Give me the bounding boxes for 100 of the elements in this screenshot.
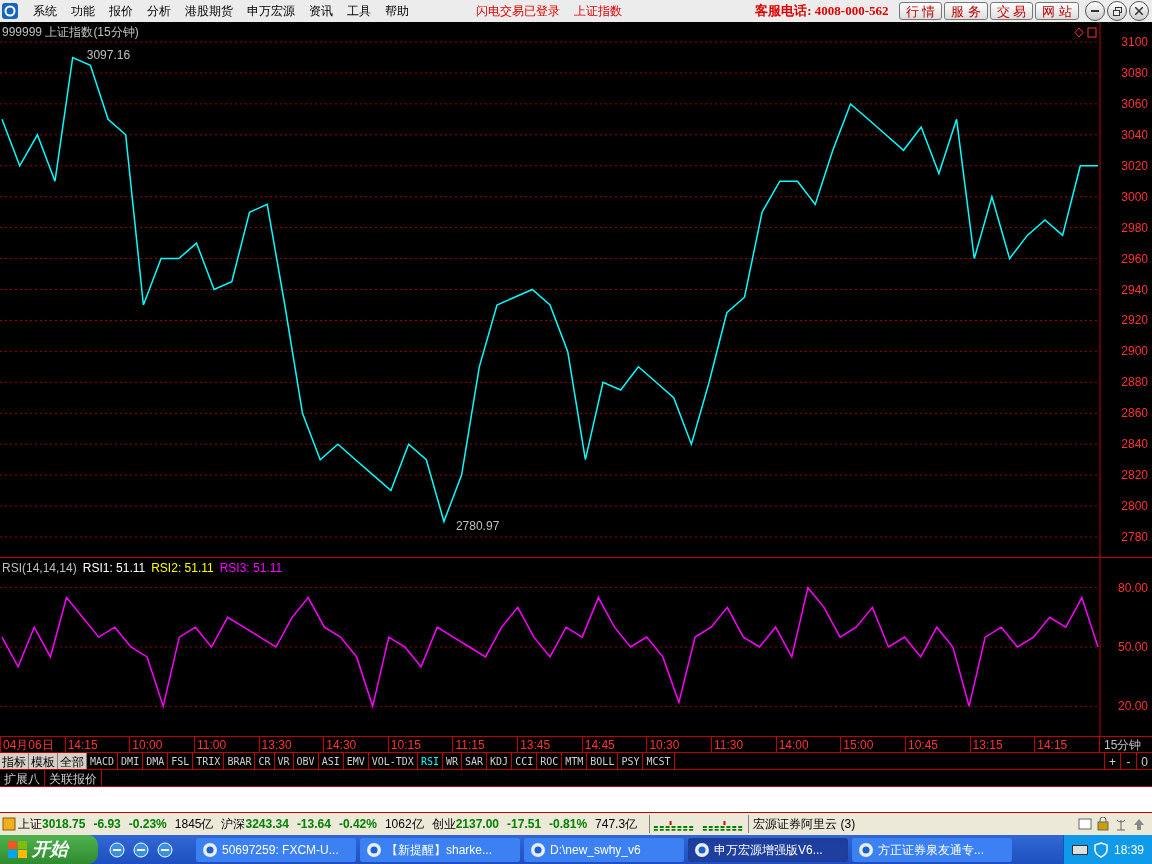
- indicator-tab[interactable]: VOL-TDX: [368, 753, 418, 769]
- menu-item[interactable]: 报价: [102, 2, 140, 20]
- zoom-button[interactable]: -: [1120, 753, 1136, 769]
- index-change: -13.64: [296, 816, 331, 833]
- index-change: -17.51: [507, 816, 542, 833]
- up-arrow-icon[interactable]: [1132, 817, 1146, 831]
- index-percent: -0.81%: [549, 816, 588, 833]
- indicator-tab[interactable]: SAR: [462, 753, 488, 769]
- lock-icon[interactable]: [1096, 817, 1110, 831]
- menu-item[interactable]: 港股期货: [178, 2, 240, 20]
- indicator-tab[interactable]: MCST: [643, 753, 675, 769]
- rsi-axis-label: 50.00: [1117, 640, 1148, 654]
- price-axis-label: 2940: [1121, 282, 1148, 297]
- indicator-group-tab[interactable]: 模板: [29, 753, 58, 769]
- nav-button[interactable]: 交 易: [989, 2, 1034, 20]
- indicator-tab[interactable]: BOLL: [587, 753, 619, 769]
- app-icon: [858, 841, 874, 858]
- time-label: 15:00: [840, 737, 905, 752]
- menu-item[interactable]: 帮助: [378, 2, 416, 20]
- menu-item[interactable]: 系统: [26, 2, 64, 20]
- index-value: 2137.00: [455, 817, 500, 831]
- nav-button[interactable]: 网 站: [1035, 2, 1079, 20]
- hotline-text: 客服电话: 4008-000-562: [755, 2, 889, 21]
- price-axis-label: 2880: [1121, 375, 1148, 390]
- menu-item[interactable]: 资讯: [302, 2, 340, 20]
- restore-button[interactable]: [1107, 1, 1127, 21]
- nav-button[interactable]: 服 务: [944, 2, 988, 20]
- keyboard-icon[interactable]: [1071, 843, 1088, 856]
- high-price-label: 3097.16: [86, 48, 131, 63]
- indicator-tab[interactable]: EMV: [343, 753, 369, 769]
- index-name: 沪深3243.34: [221, 816, 289, 833]
- zoom-button[interactable]: +: [1104, 753, 1120, 769]
- indicator-tab[interactable]: ASI: [318, 753, 344, 769]
- index-percent: -0.23%: [128, 816, 167, 833]
- time-label: 14:30: [323, 737, 388, 752]
- app-logo-icon[interactable]: [2, 3, 18, 19]
- close-button[interactable]: [1129, 1, 1149, 21]
- nav-button[interactable]: 行 情: [898, 2, 943, 20]
- taskbar-button[interactable]: 申万宏源增强版V6...: [688, 837, 848, 862]
- index-name: 上证3018.75: [18, 816, 86, 833]
- bottom-tab[interactable]: 关联报价: [45, 770, 102, 786]
- index-amount: 747.3亿: [595, 816, 638, 833]
- price-axis-label: 3080: [1121, 65, 1148, 80]
- index-amount: 1062亿: [384, 816, 424, 833]
- price-axis-label: 3100: [1121, 35, 1148, 49]
- indicator-tab[interactable]: FSL: [168, 753, 194, 769]
- time-label: 10:00: [129, 737, 194, 752]
- indicator-group-tab[interactable]: 全部: [58, 753, 87, 769]
- menu-item[interactable]: 功能: [64, 2, 102, 20]
- indicator-tab[interactable]: VR: [274, 753, 294, 769]
- windows-logo-icon: [8, 840, 28, 859]
- time-label: 04月06日: [0, 737, 65, 752]
- indicator-tab[interactable]: OBV: [293, 753, 319, 769]
- low-price-label: 2780.97: [455, 518, 500, 533]
- minimize-button[interactable]: [1085, 1, 1105, 21]
- index-value: 3243.34: [245, 817, 289, 831]
- rsi-axis-label: 20.00: [1117, 699, 1148, 714]
- indicator-tab[interactable]: DMI: [118, 753, 144, 769]
- zoom-button[interactable]: 0: [1136, 753, 1152, 769]
- status-icon: [2, 817, 16, 831]
- indicator-tab[interactable]: ROC: [537, 753, 563, 769]
- indicator-tab[interactable]: TRIX: [193, 753, 225, 769]
- taskbar-button[interactable]: 方正证券泉友通专...: [852, 837, 1012, 862]
- indicator-tab[interactable]: MTM: [562, 753, 588, 769]
- indicator-tab[interactable]: CCI: [512, 753, 538, 769]
- time-label: 13:15: [969, 737, 1035, 752]
- app-icon: [530, 841, 546, 858]
- price-axis-label: 2860: [1121, 406, 1148, 421]
- indicator-tab[interactable]: BRAR: [224, 753, 256, 769]
- time-label: 10:45: [904, 737, 970, 752]
- indicator-tab[interactable]: DMA: [143, 753, 169, 769]
- menu-item[interactable]: 工具: [340, 2, 378, 20]
- time-label: 11:15: [452, 737, 518, 752]
- indicator-tab[interactable]: PSY: [618, 753, 644, 769]
- server-status: 宏源证券阿里云 (3): [753, 816, 856, 833]
- period-label: 15分钟: [1103, 737, 1142, 752]
- time-label: 13:45: [517, 737, 582, 752]
- price-axis-label: 2780: [1121, 530, 1148, 544]
- indicator-tab[interactable]: CR: [255, 753, 275, 769]
- chart-title: 999999 上证指数(15分钟): [2, 24, 139, 41]
- time-label: 10:15: [387, 737, 453, 752]
- taskbar-button[interactable]: D:\new_swhy_v6: [524, 837, 684, 862]
- taskbar-button[interactable]: 【新提醒】sharke...: [360, 837, 520, 862]
- price-axis-label: 2900: [1121, 344, 1148, 359]
- indicator-tab[interactable]: MACD: [87, 753, 119, 769]
- indicator-tab[interactable]: KDJ: [487, 753, 513, 769]
- rsi-legend-label: RSI(14,14,14): [2, 560, 77, 577]
- time-label: 11:30: [711, 737, 776, 752]
- panel-control-icon[interactable]: [1074, 27, 1098, 38]
- indicator-tab[interactable]: WR: [442, 753, 462, 769]
- time-label: 11:00: [193, 737, 259, 752]
- indicator-tab[interactable]: RSI: [417, 753, 443, 769]
- bottom-tab[interactable]: 扩展八: [0, 770, 45, 786]
- price-axis-label: 3020: [1121, 158, 1148, 173]
- menu-item[interactable]: 申万宏源: [240, 2, 302, 20]
- taskbar-button[interactable]: 50697259: FXCM-U...: [196, 837, 356, 862]
- price-axis-label: 3000: [1121, 189, 1148, 204]
- menu-item[interactable]: 分析: [140, 2, 178, 20]
- index-change: -6.93: [93, 816, 121, 833]
- indicator-group-tab[interactable]: 指标: [0, 753, 29, 769]
